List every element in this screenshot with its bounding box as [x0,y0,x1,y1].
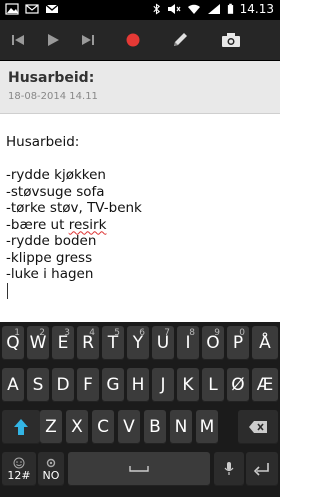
space-key[interactable] [68,452,210,486]
shift-icon [14,419,28,435]
note-date: 18-08-2014 14.11 [8,91,98,102]
key-z[interactable]: Z [40,410,62,444]
pen-icon [174,33,187,46]
shift-key[interactable] [2,410,40,444]
note-line: -tørke støv, TV-benk [6,200,142,216]
key-h[interactable]: H [127,368,149,402]
skip-back-button[interactable] [0,20,35,60]
key-oe[interactable]: Ø [227,368,249,402]
note-editor[interactable]: Husarbeid: -rydde kjøkken -støvsuge sofa… [0,114,280,322]
pen-button[interactable] [160,20,200,60]
key-g[interactable]: G [102,368,124,402]
note-title[interactable]: Husarbeid: [8,70,94,86]
record-button[interactable] [105,20,160,60]
key-y[interactable]: 6Y [127,326,149,360]
note-line: Husarbeid: [6,134,80,150]
key-i[interactable]: 8I [177,326,199,360]
key-n[interactable]: N [170,410,192,444]
symbols-key[interactable]: 12# [2,452,36,486]
key-o[interactable]: 9O [202,326,224,360]
note-line: -klippe gress [6,249,93,266]
keyboard-row-1: 1Q 2W 3E 4R 5T 6Y 7U 8I 9O 0P Å [0,326,280,363]
key-q[interactable]: 1Q [2,326,24,360]
space-icon [129,466,149,472]
key-w[interactable]: 2W [27,326,49,360]
key-v[interactable]: V [118,410,140,444]
bluetooth-icon [153,3,160,15]
skip-forward-icon [81,35,94,45]
gear-icon [46,458,56,467]
keyboard-row-3: Z X C V B N M [0,410,280,447]
backspace-key[interactable] [238,410,278,444]
play-button[interactable] [35,20,70,60]
play-icon [47,34,59,46]
note-line: -luke i hagen [6,266,94,282]
mute-icon [167,4,181,14]
key-c[interactable]: C [92,410,114,444]
signal-icon [207,4,220,14]
keyboard-row-4: 12# NO [0,452,280,489]
note-line: -rydde boden [6,233,97,249]
key-r[interactable]: 4R [77,326,99,360]
key-a[interactable]: A [2,368,24,402]
keyboard: 1Q 2W 3E 4R 5T 6Y 7U 8I 9O 0P Å A S D F … [0,322,280,497]
voice-key[interactable] [214,452,244,486]
enter-key[interactable] [246,452,278,486]
key-s[interactable]: S [27,368,49,402]
key-u[interactable]: 7U [152,326,174,360]
key-e[interactable]: 3E [52,326,74,360]
key-ae[interactable]: Æ [252,368,278,402]
key-m[interactable]: M [196,410,218,444]
status-bar: 14.13 [0,0,280,20]
language-key[interactable]: NO [38,452,64,486]
key-p[interactable]: 0P [227,326,249,360]
recorder-toolbar [0,20,280,61]
key-f[interactable]: F [77,368,99,402]
note-body[interactable]: Husarbeid: -rydde kjøkken -støvsuge sofa… [6,134,142,299]
picture-icon [5,3,19,15]
note-header: Husarbeid: 18-08-2014 14.11 [0,61,280,114]
skip-forward-button[interactable] [70,20,105,60]
key-x[interactable]: X [66,410,88,444]
camera-icon [222,33,240,47]
note-line [6,151,142,168]
note-line: -støvsuge sofa [6,183,105,200]
text-cursor [6,282,142,299]
gmail-icon [45,4,59,13]
key-j[interactable]: J [152,368,174,402]
key-l[interactable]: L [202,368,224,402]
key-b[interactable]: B [144,410,166,444]
key-t[interactable]: 5T [102,326,124,360]
note-line-text: -bære ut [6,216,69,233]
keyboard-row-2: A S D F G H J K L Ø Æ [0,368,280,405]
skip-back-icon [11,35,24,45]
backspace-icon [249,421,267,433]
note-line: -rydde kjøkken [6,167,106,183]
wifi-icon [187,4,200,14]
clock: 14.13 [239,2,274,16]
record-icon [126,33,139,47]
note-line: -bære ut resirk [6,217,142,234]
mail-icon [25,4,39,14]
enter-icon [253,463,269,476]
misspelled-word[interactable]: resirk [69,217,107,233]
key-k[interactable]: K [177,368,199,402]
microphone-icon [224,462,234,475]
battery-icon [227,3,233,14]
camera-button[interactable] [206,20,256,60]
key-aa[interactable]: Å [252,326,278,360]
emoji-icon [13,457,25,468]
key-d[interactable]: D [52,368,74,402]
